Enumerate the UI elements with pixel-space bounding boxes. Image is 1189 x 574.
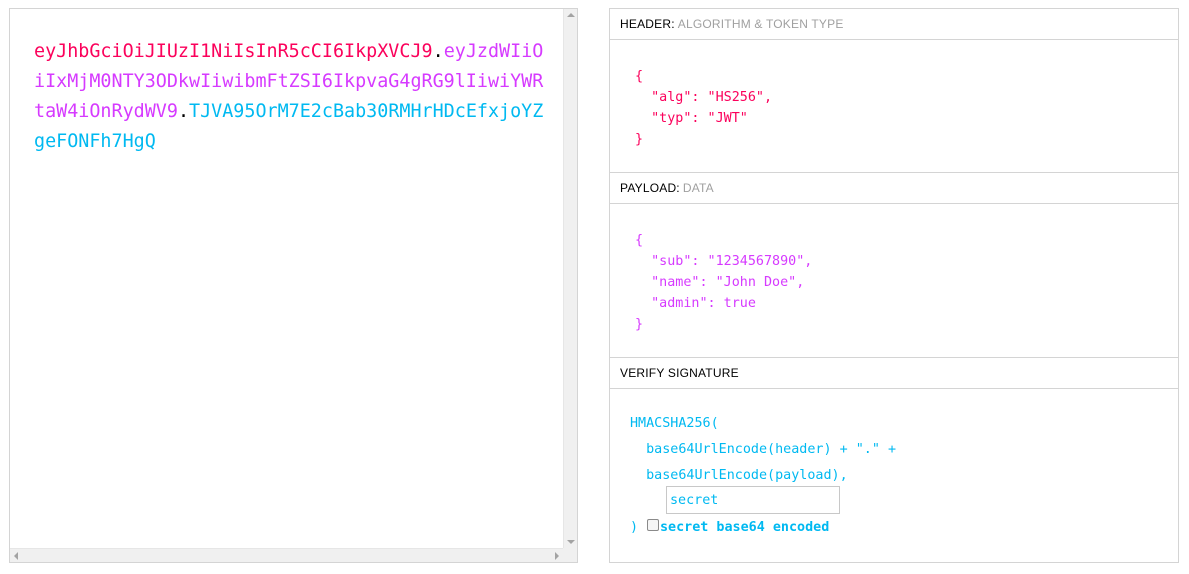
- payload-panel-sublabel: DATA: [682, 181, 714, 195]
- header-panel-sublabel: ALGORITHM & TOKEN TYPE: [677, 17, 844, 31]
- horizontal-scrollbar[interactable]: [10, 548, 563, 562]
- token-separator-dot: .: [177, 101, 190, 122]
- hmac-function-line: HMACSHA256(: [630, 416, 719, 431]
- verify-panel-label: VERIFY SIGNATURE: [620, 366, 739, 380]
- verify-panel-title: VERIFY SIGNATURE: [610, 358, 1178, 389]
- token-header-segment: eyJhbGciOiJIUzI1NiIsInR5cCI6IkpXVCJ9: [34, 41, 433, 62]
- closing-paren: ): [630, 520, 639, 535]
- verify-signature-block: HMACSHA256( base64UrlEncode(header) + ".…: [630, 411, 897, 535]
- base64-encoded-checkbox[interactable]: [647, 519, 659, 531]
- base64-encoded-label[interactable]: secret base64 encoded: [660, 518, 829, 538]
- decoded-panels: HEADER: ALGORITHM & TOKEN TYPE { "alg": "…: [609, 8, 1179, 563]
- encoded-token-editor[interactable]: eyJhbGciOiJIUzI1NiIsInR5cCI6IkpXVCJ9.eyJ…: [9, 8, 578, 563]
- scroll-left-arrow-icon[interactable]: [14, 552, 18, 560]
- scrollbar-corner: [563, 548, 577, 562]
- header-encode-line: base64UrlEncode(header) + "." +: [630, 442, 897, 457]
- token-separator-dot: .: [432, 41, 444, 62]
- header-panel-label: HEADER:: [620, 17, 675, 31]
- payload-json-editor[interactable]: { "sub": "1234567890", "name": "John Doe…: [635, 230, 812, 335]
- header-json-editor[interactable]: { "alg": "HS256", "typ": "JWT" }: [635, 66, 772, 150]
- encoded-token-text[interactable]: eyJhbGciOiJIUzI1NiIsInR5cCI6IkpXVCJ9.eyJ…: [34, 37, 544, 157]
- secret-input[interactable]: [666, 486, 840, 514]
- vertical-scrollbar[interactable]: [563, 9, 577, 548]
- payload-panel-label: PAYLOAD:: [620, 181, 680, 195]
- header-panel-title: HEADER: ALGORITHM & TOKEN TYPE: [610, 9, 1178, 40]
- scroll-down-arrow-icon[interactable]: [567, 540, 575, 544]
- scroll-up-arrow-icon[interactable]: [567, 13, 575, 17]
- payload-panel-title: PAYLOAD: DATA: [610, 173, 1178, 204]
- scroll-right-arrow-icon[interactable]: [555, 552, 559, 560]
